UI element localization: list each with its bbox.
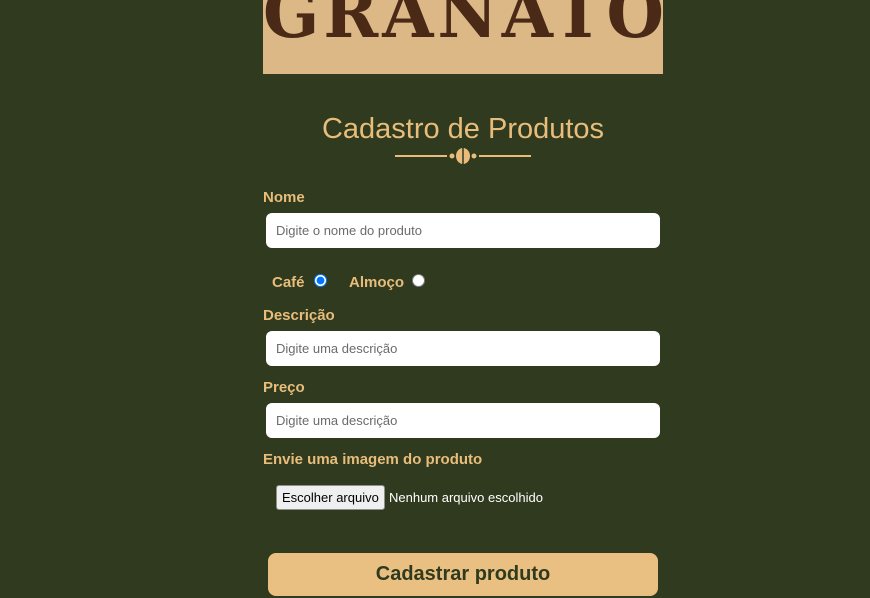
radio-cafe[interactable] bbox=[314, 274, 327, 287]
choose-file-button[interactable]: Escolher arquivo bbox=[276, 485, 385, 510]
ornament-divider-icon bbox=[395, 148, 531, 164]
file-status-text: Nenhum arquivo escolhido bbox=[389, 490, 543, 505]
name-input[interactable] bbox=[266, 213, 660, 248]
page-title: Cadastro de Produtos bbox=[321, 113, 605, 145]
radio-label-almoco: Almoço bbox=[349, 274, 405, 291]
brand-banner: GRANATO bbox=[263, 0, 663, 74]
image-upload-label: Envie uma imagem do produto bbox=[263, 451, 483, 468]
name-label: Nome bbox=[263, 189, 305, 206]
description-input[interactable] bbox=[266, 331, 660, 366]
radio-almoco[interactable] bbox=[412, 274, 425, 287]
description-label: Descrição bbox=[263, 307, 335, 324]
brand-logo-text: GRANATO bbox=[263, 0, 663, 54]
submit-product-button[interactable]: Cadastrar produto bbox=[268, 553, 658, 596]
radio-label-cafe: Café bbox=[272, 274, 305, 291]
price-input[interactable] bbox=[266, 403, 660, 438]
price-label: Preço bbox=[263, 379, 305, 396]
